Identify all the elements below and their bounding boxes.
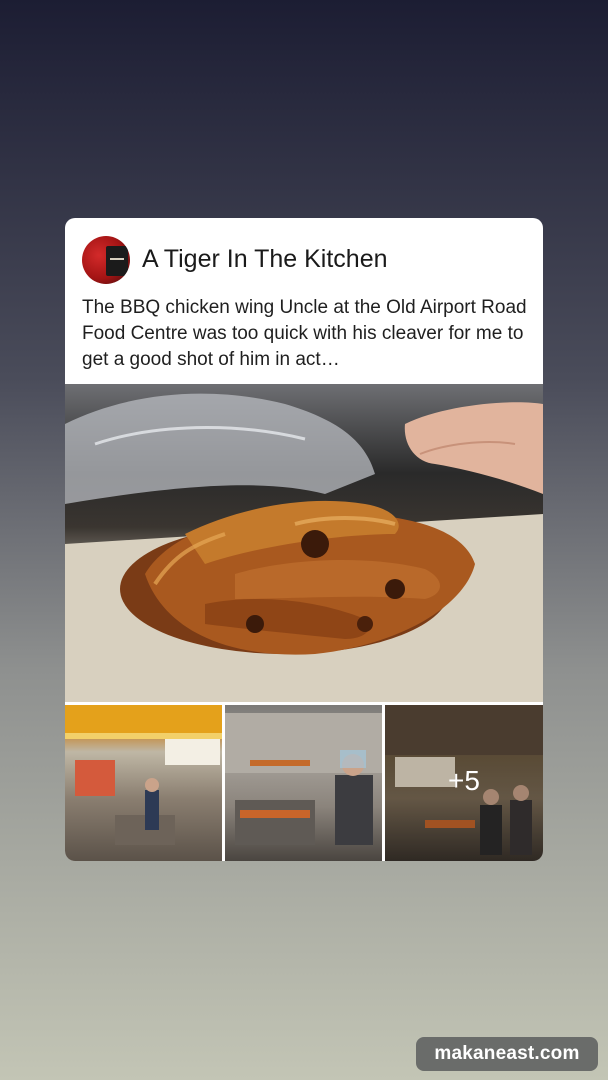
- grill-uncle-illustration: [225, 713, 382, 845]
- post-card[interactable]: A Tiger In The Kitchen The BBQ chicken w…: [65, 218, 543, 861]
- thumbnail-1[interactable]: [65, 705, 222, 861]
- chicken-wings-illustration: [65, 393, 543, 702]
- book-cover-icon: [106, 246, 128, 276]
- more-photos-count[interactable]: +5: [385, 765, 543, 797]
- post-header: A Tiger In The Kitchen The BBQ chicken w…: [65, 218, 543, 384]
- thumbnail-3[interactable]: +5: [385, 705, 543, 861]
- post-snippet: The BBQ chicken wing Uncle at the Old Ai…: [82, 297, 527, 370]
- photo-thumbnail-strip: +5: [65, 705, 543, 861]
- source-avatar[interactable]: [82, 236, 130, 284]
- hawker-stall-illustration: [65, 705, 222, 845]
- hero-photo[interactable]: [65, 384, 543, 702]
- source-name[interactable]: A Tiger In The Kitchen: [142, 245, 388, 274]
- watermark: makaneast.com: [416, 1037, 598, 1071]
- thumbnail-2[interactable]: [225, 705, 382, 861]
